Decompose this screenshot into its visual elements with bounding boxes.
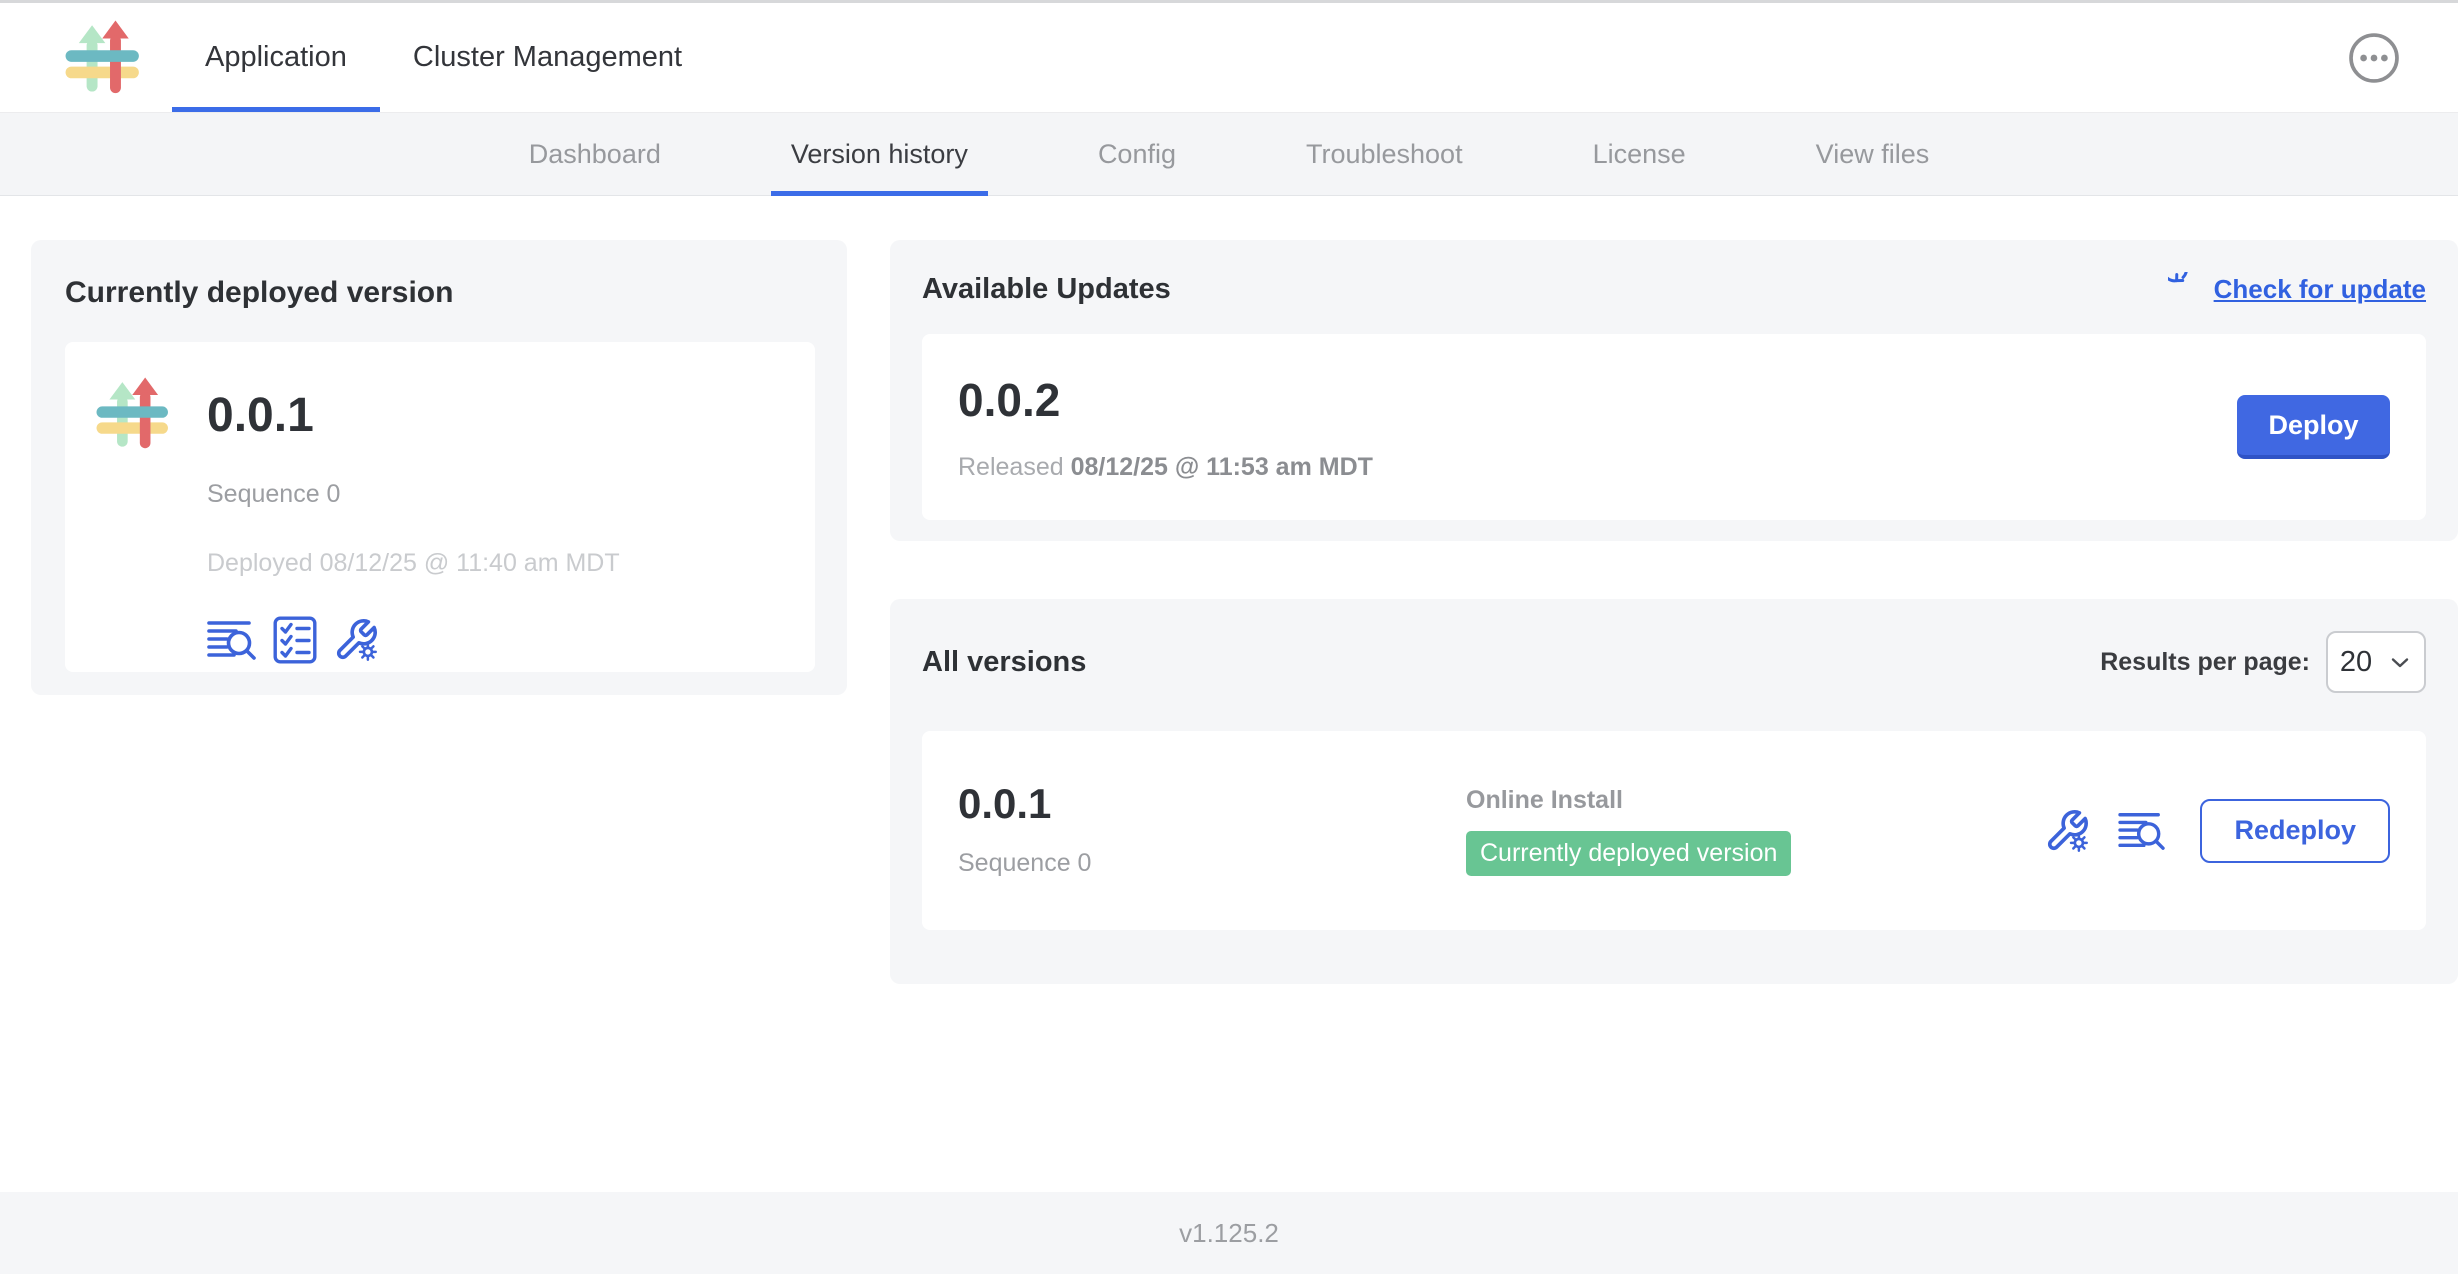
currently-deployed-card: Currently deployed version 0.0.1 Sequenc…	[31, 240, 847, 695]
update-released-line: Released 08/12/25 @ 11:53 am MDT	[958, 453, 1373, 482]
preflight-checks-button[interactable]	[273, 616, 317, 664]
all-versions-title: All versions	[922, 646, 1086, 679]
preflight-checklist-icon	[273, 616, 317, 664]
results-per-page-value: 20	[2340, 646, 2372, 679]
available-update-row: 0.0.2 Released 08/12/25 @ 11:53 am MDT D…	[922, 334, 2426, 520]
config-wrench-gear-icon	[333, 617, 379, 663]
row-edit-config-button[interactable]	[2044, 808, 2090, 854]
row-version-meta: 0.0.1 Sequence 0	[958, 783, 1466, 878]
deployed-sequence: Sequence 0	[207, 480, 620, 509]
edit-config-button[interactable]	[333, 617, 379, 663]
released-date: 08/12/25 @ 11:53 am MDT	[1071, 453, 1373, 481]
update-version-meta: 0.0.2 Released 08/12/25 @ 11:53 am MDT	[958, 373, 1373, 482]
check-for-update-link[interactable]: Check for update	[2168, 272, 2426, 306]
overflow-menu-button[interactable]	[2348, 32, 2400, 84]
app-logo-icon	[64, 15, 142, 101]
ellipsis-circle-icon	[2348, 32, 2400, 84]
check-for-update-label: Check for update	[2214, 274, 2426, 305]
console-version: v1.125.2	[1179, 1218, 1279, 1249]
row-actions	[2044, 808, 2166, 854]
deploy-button[interactable]: Deploy	[2237, 395, 2390, 459]
tab-cluster-management[interactable]: Cluster Management	[380, 3, 715, 112]
deployed-version-actions	[207, 616, 620, 664]
results-per-page-select[interactable]: 20	[2326, 631, 2426, 693]
release-notes-search-icon	[2118, 810, 2166, 852]
app-logo	[64, 3, 142, 112]
currently-deployed-version-panel: 0.0.1 Sequence 0 Deployed 08/12/25 @ 11:…	[65, 342, 815, 672]
available-updates-title: Available Updates	[922, 273, 1171, 306]
install-type-label: Online Install	[1466, 786, 1791, 815]
chevron-down-icon	[2388, 650, 2412, 674]
tab-version-history[interactable]: Version history	[771, 113, 988, 195]
currently-deployed-title: Currently deployed version	[65, 276, 815, 310]
all-versions-header: All versions Results per page: 20	[922, 631, 2426, 693]
release-notes-button[interactable]	[207, 618, 257, 662]
release-notes-search-icon	[207, 618, 257, 662]
row-install-info: Online Install Currently deployed versio…	[1466, 786, 1791, 876]
tab-troubleshoot[interactable]: Troubleshoot	[1286, 113, 1483, 195]
config-wrench-gear-icon	[2044, 808, 2090, 854]
tab-view-files[interactable]: View files	[1796, 113, 1950, 195]
header-tabs: Application Cluster Management	[172, 3, 715, 112]
main-content: Currently deployed version 0.0.1 Sequenc…	[0, 196, 2458, 1192]
deployed-timestamp: Deployed 08/12/25 @ 11:40 am MDT	[207, 549, 620, 578]
deployed-version-meta: 0.0.1 Sequence 0 Deployed 08/12/25 @ 11:…	[207, 370, 620, 644]
tab-application[interactable]: Application	[172, 3, 380, 112]
all-versions-card: All versions Results per page: 20 0.0.1 …	[890, 599, 2458, 984]
available-updates-header: Available Updates Check for update	[922, 272, 2426, 306]
deployed-version-number: 0.0.1	[207, 392, 620, 440]
tab-config[interactable]: Config	[1078, 113, 1196, 195]
available-updates-card: Available Updates Check for update 0.0.2…	[890, 240, 2458, 541]
page-footer: v1.125.2	[0, 1192, 2458, 1274]
admin-console-page: Application Cluster Management Dashboard…	[0, 0, 2458, 1274]
app-logo-icon	[95, 372, 171, 456]
update-version-number: 0.0.2	[958, 373, 1373, 427]
released-prefix: Released	[958, 453, 1064, 481]
currently-deployed-badge: Currently deployed version	[1466, 831, 1791, 876]
app-subnav: Dashboard Version history Config Trouble…	[0, 113, 2458, 196]
tab-dashboard[interactable]: Dashboard	[509, 113, 681, 195]
version-row: 0.0.1 Sequence 0 Online Install Currentl…	[922, 731, 2426, 930]
row-sequence: Sequence 0	[958, 849, 1466, 878]
row-version-number: 0.0.1	[958, 783, 1466, 825]
tab-license[interactable]: License	[1573, 113, 1706, 195]
refresh-icon	[2168, 272, 2202, 306]
row-release-notes-button[interactable]	[2118, 810, 2166, 852]
results-per-page: Results per page: 20	[2100, 631, 2426, 693]
app-header: Application Cluster Management	[0, 3, 2458, 113]
results-per-page-label: Results per page:	[2100, 648, 2310, 677]
right-column: Available Updates Check for update 0.0.2…	[890, 240, 2458, 984]
redeploy-button[interactable]: Redeploy	[2200, 799, 2390, 863]
